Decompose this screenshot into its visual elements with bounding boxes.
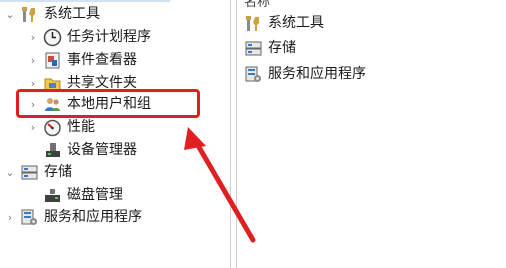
performance-icon <box>43 118 62 137</box>
tree-item-device-manager[interactable]: 设备管理器 <box>43 139 137 161</box>
tree-item-system-tools[interactable]: ⌄ 系统工具 <box>4 3 100 25</box>
list-item-label: 存储 <box>268 40 296 56</box>
column-header-name[interactable]: 名称 <box>244 0 270 10</box>
tree-item-event-viewer[interactable]: › 事件查看器 <box>27 49 137 71</box>
navigation-tree: ⌄ 系统工具 › 任务计划程序 › 事件查看器 › 共享文件夹 › 本地用户和组 <box>0 0 230 268</box>
tree-item-label: 性能 <box>67 119 95 135</box>
device-manager-icon <box>43 141 62 160</box>
storage-icon <box>244 39 263 58</box>
selected-row-remnant <box>0 0 170 2</box>
tree-item-label: 磁盘管理 <box>67 187 123 203</box>
chevron-right-icon[interactable]: › <box>27 26 39 48</box>
chevron-right-icon[interactable]: › <box>27 49 39 71</box>
chevron-right-icon[interactable]: › <box>4 206 16 228</box>
list-item-storage[interactable]: 存储 <box>244 37 296 59</box>
list-item-system-tools[interactable]: 系统工具 <box>244 12 324 34</box>
tree-item-performance[interactable]: › 性能 <box>27 116 95 138</box>
tree-item-task-scheduler[interactable]: › 任务计划程序 <box>27 26 151 48</box>
tree-item-label: 服务和应用程序 <box>44 209 142 225</box>
tools-icon <box>20 5 39 24</box>
tree-item-label: 设备管理器 <box>67 142 137 158</box>
tree-item-services-applications[interactable]: › 服务和应用程序 <box>4 206 142 228</box>
list-item-services-applications[interactable]: 服务和应用程序 <box>244 63 366 85</box>
tree-item-label: 任务计划程序 <box>67 29 151 45</box>
chevron-down-icon[interactable]: ⌄ <box>4 161 16 183</box>
tools-icon <box>244 14 263 33</box>
tree-item-label: 存储 <box>44 164 72 180</box>
list-item-label: 服务和应用程序 <box>268 66 366 82</box>
tree-item-disk-management[interactable]: 磁盘管理 <box>43 184 123 206</box>
list-item-label: 系统工具 <box>268 15 324 31</box>
content-list: 名称 系统工具 存储 服务和应用程序 <box>238 0 506 268</box>
disk-icon <box>43 186 62 205</box>
pane-splitter[interactable] <box>230 0 237 268</box>
tree-item-label: 系统工具 <box>44 6 100 22</box>
services-icon <box>20 208 39 227</box>
highlight-box <box>16 89 200 118</box>
services-icon <box>244 65 263 84</box>
chevron-down-icon[interactable]: ⌄ <box>4 3 16 25</box>
storage-icon <box>20 163 39 182</box>
tree-item-label: 事件查看器 <box>67 52 137 68</box>
chevron-right-icon[interactable]: › <box>27 116 39 138</box>
event-viewer-icon <box>43 51 62 70</box>
clock-icon <box>43 28 62 47</box>
tree-item-storage[interactable]: ⌄ 存储 <box>4 161 72 183</box>
